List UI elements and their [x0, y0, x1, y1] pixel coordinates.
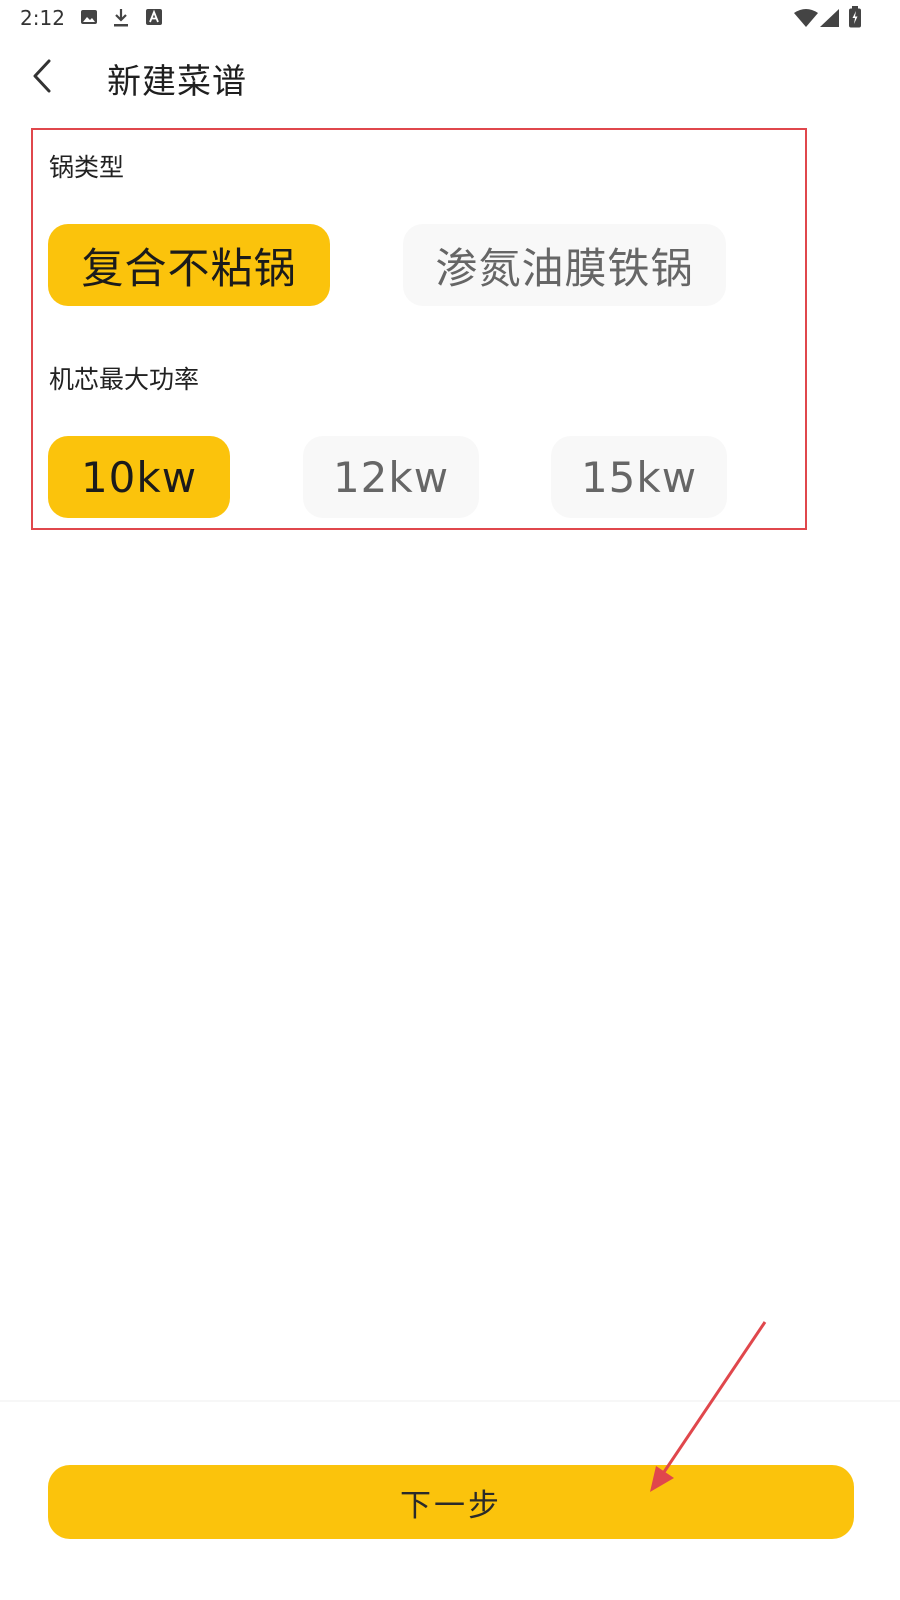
next-step-label: 下一步	[400, 1487, 502, 1524]
battery-charging-icon	[848, 6, 862, 32]
pot-type-option-label: 渗氮油膜铁锅	[435, 243, 694, 293]
power-option-10kw[interactable]: 10kw	[48, 436, 230, 518]
power-option-label: 10kw	[80, 452, 198, 502]
page-title: 新建菜谱	[107, 62, 247, 102]
app-bar: 新建菜谱	[0, 40, 900, 116]
power-option-15kw[interactable]: 15kw	[551, 436, 727, 518]
next-step-button[interactable]: 下一步	[48, 1465, 854, 1539]
download-icon	[112, 8, 130, 32]
pot-type-option-nitrided-iron[interactable]: 渗氮油膜铁锅	[403, 224, 726, 306]
image-icon	[80, 8, 98, 30]
status-time: 2:12	[20, 6, 65, 30]
chevron-left-icon	[31, 58, 53, 98]
text-a-icon	[145, 8, 163, 30]
cell-signal-icon	[820, 9, 840, 31]
power-option-label: 15kw	[580, 452, 698, 502]
max-power-label: 机芯最大功率	[49, 365, 200, 394]
wifi-icon	[793, 9, 819, 31]
pot-type-label: 锅类型	[49, 153, 125, 182]
power-option-12kw[interactable]: 12kw	[303, 436, 479, 518]
back-button[interactable]	[20, 50, 64, 106]
footer-divider	[0, 1400, 900, 1402]
pot-type-option-composite-nonstick[interactable]: 复合不粘锅	[48, 224, 330, 306]
status-bar: 2:12	[0, 0, 900, 36]
power-option-label: 12kw	[332, 452, 450, 502]
pot-type-option-label: 复合不粘锅	[81, 243, 297, 293]
